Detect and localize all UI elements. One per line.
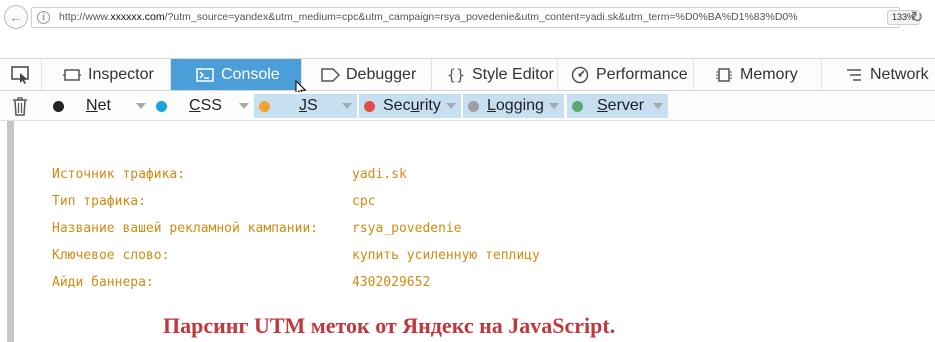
log-value: rsya_povedenie: [352, 221, 462, 236]
reload-button[interactable]: ↻: [904, 7, 930, 28]
filter-security-button[interactable]: Security: [359, 94, 461, 118]
console-gutter: [7, 121, 14, 342]
debugger-icon: [320, 67, 340, 83]
back-button[interactable]: ←: [4, 5, 28, 29]
inspector-icon: [62, 67, 82, 83]
tab-debugger[interactable]: Debugger: [302, 59, 432, 90]
logging-dot-icon: [468, 100, 479, 112]
chevron-down-icon[interactable]: [653, 103, 663, 109]
filter-server-button[interactable]: Server: [567, 94, 668, 118]
tab-style-editor[interactable]: {} Style Editor: [432, 59, 558, 90]
chevron-down-icon[interactable]: [549, 103, 559, 109]
tab-label: Style Editor: [472, 65, 554, 83]
chevron-down-icon[interactable]: [136, 103, 146, 109]
log-value: 4302029652: [352, 275, 431, 290]
tab-label: Debugger: [346, 65, 417, 83]
log-line: Название вашей рекламной кампании: rsya_p…: [52, 221, 462, 236]
log-key: Название вашей рекламной кампании:: [52, 221, 319, 236]
clear-console-icon[interactable]: [12, 97, 28, 116]
log-line: Источник трафика: yadi.sk: [52, 167, 407, 182]
filter-label: Security: [383, 97, 441, 114]
chevron-down-icon[interactable]: [446, 103, 456, 109]
filter-label: CSS: [189, 97, 222, 114]
filter-net-button[interactable]: Net: [48, 94, 151, 118]
performance-icon: [570, 66, 590, 83]
element-picker-icon: [10, 65, 29, 84]
url-query: /?utm_source=yandex&utm_medium=cpc&utm_c…: [164, 11, 798, 23]
reload-icon: ↻: [910, 9, 924, 26]
tab-inspector[interactable]: Inspector: [42, 59, 171, 90]
net-dot-icon: [53, 100, 64, 112]
url-host: xxxxxx.com: [110, 11, 165, 23]
console-filter-bar: Net CSS JS Security Logging Server: [0, 92, 935, 121]
network-icon: [844, 67, 864, 83]
filter-css-button[interactable]: CSS: [151, 94, 254, 118]
log-value: yadi.sk: [352, 167, 407, 182]
chevron-down-icon[interactable]: [239, 103, 249, 109]
style-editor-icon: {}: [446, 65, 466, 84]
filter-label: Server: [597, 97, 645, 114]
browser-toolbar: ← i http://www.xxxxxx.com/?utm_source=ya…: [0, 0, 935, 35]
page-caption: Парсинг UTM меток от Яндекс на JavaScrip…: [163, 313, 616, 338]
tab-label: Memory: [740, 65, 798, 83]
tab-network[interactable]: Network: [822, 59, 935, 90]
log-line: Ключевое слово: купить усиленную теплицу: [52, 248, 540, 263]
tab-console[interactable]: Console: [171, 59, 302, 90]
devtools-toolbar: Inspector Console Debugger {} Style Edit…: [0, 58, 935, 91]
security-dot-icon: [364, 100, 375, 112]
url-text: http://www.xxxxxx.com/?utm_source=yandex…: [59, 11, 798, 23]
url-field[interactable]: i http://www.xxxxxx.com/?utm_source=yand…: [31, 7, 920, 28]
console-icon: [195, 67, 215, 83]
log-key: Айди баннера:: [52, 275, 154, 290]
element-picker-button[interactable]: [0, 59, 42, 90]
tab-label: Console: [221, 65, 280, 83]
server-dot-icon: [572, 100, 583, 112]
filter-label: JS: [299, 97, 318, 114]
log-value: купить усиленную теплицу: [352, 248, 540, 263]
chevron-down-icon[interactable]: [342, 103, 352, 109]
tab-label: Inspector: [88, 65, 154, 83]
tab-label: Performance: [596, 65, 688, 83]
filter-label: Net: [86, 97, 111, 114]
log-key: Ключевое слово:: [52, 248, 170, 263]
tab-memory[interactable]: Memory: [694, 59, 822, 90]
tab-label: Network: [870, 65, 929, 83]
log-key: Тип трафика:: [52, 194, 146, 209]
info-icon[interactable]: i: [37, 11, 50, 24]
memory-icon: [714, 67, 734, 83]
tab-performance[interactable]: Performance: [558, 59, 694, 90]
url-prefix: http://www.: [59, 11, 111, 23]
log-line: Айди баннера: 4302029652: [52, 275, 430, 290]
filter-label: Logging: [487, 97, 544, 114]
js-dot-icon: [259, 100, 270, 112]
filter-logging-button[interactable]: Logging: [463, 94, 564, 118]
filter-js-button[interactable]: JS: [254, 94, 357, 118]
log-key: Источник трафика:: [52, 167, 186, 182]
back-arrow-icon: ←: [9, 9, 23, 25]
log-value: cpc: [352, 194, 376, 209]
log-line: Тип трафика: cpc: [52, 194, 375, 209]
css-dot-icon: [156, 100, 167, 112]
